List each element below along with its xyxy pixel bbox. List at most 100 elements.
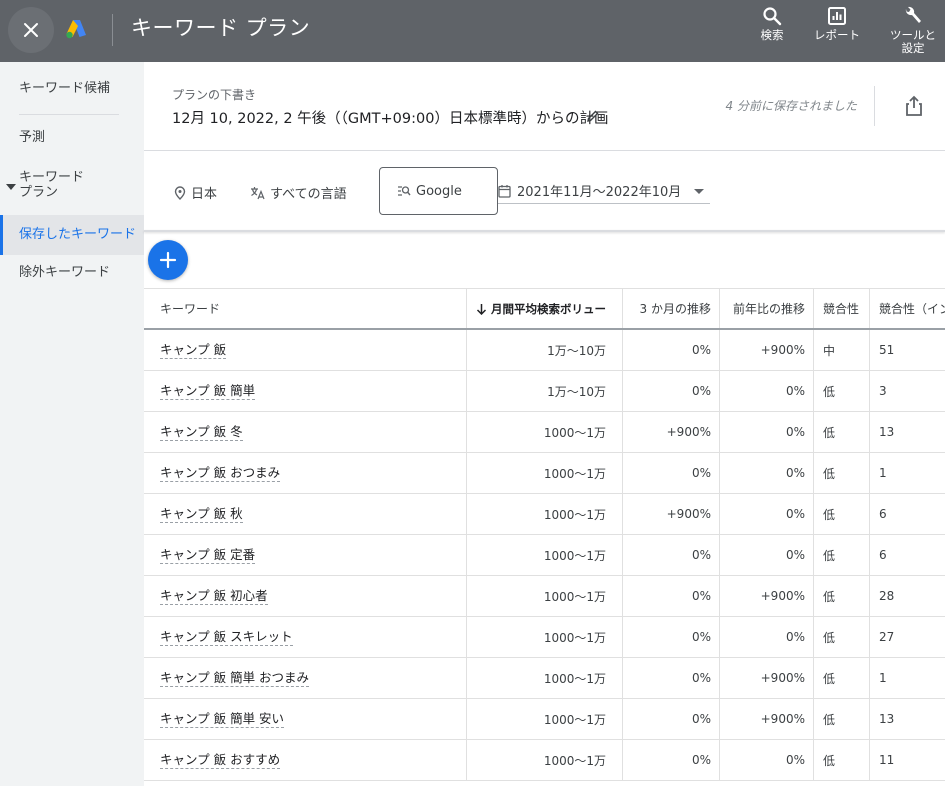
keyword-text[interactable]: キャンプ 飯 簡単 おつまみ [160, 669, 310, 687]
keyword-text[interactable]: キャンプ 飯 スキレット [160, 628, 293, 646]
table-row[interactable]: キャンプ 飯 初心者 1000～1万 0% +900% 低 28 [144, 576, 945, 617]
avg-monthly-searches-cell: 1000～1万 [466, 412, 622, 452]
column-header-label: 月間平均検索ボリュー [491, 301, 606, 316]
yoy-change-cell: +900% [719, 699, 813, 739]
network-label: Google [416, 183, 462, 199]
search-label: 検索 [760, 28, 784, 42]
cell-value: 1 [879, 466, 887, 480]
reports-button[interactable]: レポート [810, 4, 864, 42]
active-indicator [0, 215, 3, 255]
column-header-three-month-change[interactable]: 3 か月の推移 [622, 289, 719, 328]
table-row[interactable]: キャンプ 飯 簡単 1万～10万 0% 0% 低 3 [144, 371, 945, 412]
google-ads-logo-icon [66, 20, 86, 39]
cell-value: +900% [760, 589, 805, 603]
avg-monthly-searches-cell: 1000～1万 [466, 658, 622, 698]
three-month-change-cell: +900% [622, 494, 719, 534]
column-header-avg-monthly-searches[interactable]: 月間平均検索ボリュー [466, 289, 622, 328]
reports-icon [828, 7, 846, 25]
three-month-change-cell: 0% [622, 330, 719, 370]
keyword-text[interactable]: キャンプ 飯 初心者 [160, 587, 268, 605]
keyword-text[interactable]: キャンプ 飯 おすすめ [160, 751, 281, 769]
competition-cell: 低 [813, 371, 869, 411]
keyword-cell: キャンプ 飯 おすすめ [144, 740, 466, 780]
location-filter[interactable]: 日本 [174, 183, 217, 202]
table-row[interactable]: キャンプ 飯 おつまみ 1000～1万 0% 0% 低 1 [144, 453, 945, 494]
sidebar-item-saved-keywords[interactable]: 保存したキーワード [0, 215, 144, 255]
draft-label: プランの下書き [172, 88, 257, 102]
keyword-text[interactable]: キャンプ 飯 冬 [160, 423, 243, 441]
column-header-competition[interactable]: 競合性 [813, 289, 869, 328]
column-header-competition-index[interactable]: 競合性（イン [869, 289, 945, 328]
keyword-cell: キャンプ 飯 初心者 [144, 576, 466, 616]
language-filter[interactable]: すべての言語 [250, 183, 347, 202]
keyword-text[interactable]: キャンプ 飯 簡単 安い [160, 710, 285, 728]
saved-status: 4 分前に保存されました [725, 99, 857, 113]
three-month-change-cell: 0% [622, 535, 719, 575]
wrench-icon [905, 6, 921, 24]
search-button[interactable]: 検索 [757, 4, 787, 42]
cell-value: 13 [879, 425, 895, 439]
avg-monthly-searches-cell: 1000～1万 [466, 494, 622, 534]
table-row[interactable]: キャンプ 飯 1万～10万 0% +900% 中 51 [144, 330, 945, 371]
column-header-yoy-change[interactable]: 前年比の推移 [719, 289, 813, 328]
sidebar-item-negative-keywords[interactable]: 除外キーワード [0, 265, 144, 283]
competition-index-cell: 6 [869, 494, 945, 534]
table-row[interactable]: キャンプ 飯 秋 1000～1万 +900% 0% 低 6 [144, 494, 945, 535]
keyword-text[interactable]: キャンプ 飯 簡単 [160, 382, 256, 400]
column-header-keyword[interactable]: キーワード [144, 289, 466, 328]
search-icon [763, 7, 782, 26]
sidebar: キーワード候補 予測 キーワード プラン 保存したキーワード 除外キーワード [0, 62, 144, 786]
keyword-text[interactable]: キャンプ 飯 おつまみ [160, 464, 281, 482]
competition-index-cell: 51 [869, 330, 945, 370]
cell-value: +900% [666, 507, 711, 521]
close-button[interactable] [8, 7, 54, 53]
competition-index-cell: 27 [869, 617, 945, 657]
three-month-change-cell: 0% [622, 371, 719, 411]
avg-monthly-searches-cell: 1000～1万 [466, 617, 622, 657]
avg-monthly-searches-cell: 1000～1万 [466, 699, 622, 739]
share-icon[interactable] [904, 95, 924, 117]
competition-index-cell: 1 [869, 658, 945, 698]
cell-value: 低 [823, 507, 836, 522]
add-keyword-button[interactable] [148, 240, 188, 280]
sidebar-item-label: 除外キーワード [19, 265, 111, 280]
keyword-cell: キャンプ 飯 冬 [144, 412, 466, 452]
table-row[interactable]: キャンプ 飯 スキレット 1000～1万 0% 0% 低 27 [144, 617, 945, 658]
table-row[interactable]: キャンプ 飯 冬 1000～1万 +900% 0% 低 13 [144, 412, 945, 453]
cell-value: 1000～1万 [543, 589, 606, 604]
sidebar-item-forecast[interactable]: 予測 [0, 130, 144, 148]
network-filter[interactable]: Google [379, 167, 498, 215]
sidebar-item-label: キーワード候補 [19, 81, 111, 96]
three-month-change-cell: 0% [622, 576, 719, 616]
three-month-change-cell: 0% [622, 699, 719, 739]
tools-settings-button[interactable]: ツールと 設定 [886, 4, 940, 55]
cell-value: 0% [785, 548, 805, 562]
cell-value: +900% [760, 343, 805, 357]
keyword-text[interactable]: キャンプ 飯 [160, 341, 227, 359]
yoy-change-cell: +900% [719, 576, 813, 616]
keyword-text[interactable]: キャンプ 飯 定番 [160, 546, 256, 564]
cell-value: 13 [879, 712, 895, 726]
date-range-select[interactable]: 2021年11月～2022年10月 [498, 178, 710, 204]
competition-cell: 低 [813, 699, 869, 739]
three-month-change-cell: 0% [622, 453, 719, 493]
competition-cell: 低 [813, 658, 869, 698]
cell-value: 低 [823, 753, 836, 768]
keyword-text[interactable]: キャンプ 飯 秋 [160, 505, 243, 523]
yoy-change-cell: 0% [719, 740, 813, 780]
sidebar-item-keyword-ideas[interactable]: キーワード候補 [0, 81, 144, 99]
yoy-change-cell: +900% [719, 330, 813, 370]
cell-value: 低 [823, 384, 836, 399]
avg-monthly-searches-cell: 1000～1万 [466, 740, 622, 780]
table-row[interactable]: キャンプ 飯 おすすめ 1000～1万 0% 0% 低 11 [144, 740, 945, 781]
table-row[interactable]: キャンプ 飯 定番 1000～1万 0% 0% 低 6 [144, 535, 945, 576]
table-row[interactable]: キャンプ 飯 簡単 安い 1000～1万 0% +900% 低 13 [144, 699, 945, 740]
sidebar-item-keyword-plan[interactable]: キーワード プラン [0, 170, 144, 204]
cell-value: 0% [691, 671, 711, 685]
cell-value: +900% [666, 425, 711, 439]
keyword-cell: キャンプ 飯 おつまみ [144, 453, 466, 493]
competition-index-cell: 13 [869, 699, 945, 739]
table-row[interactable]: キャンプ 飯 簡単 おつまみ 1000～1万 0% +900% 低 1 [144, 658, 945, 699]
edit-pencil-icon[interactable] [586, 109, 600, 123]
competition-index-cell: 11 [869, 740, 945, 780]
